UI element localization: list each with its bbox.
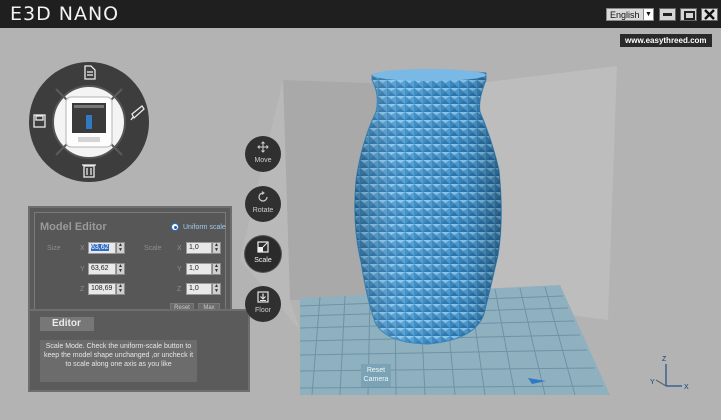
scale-y-input[interactable]: 1,0	[186, 263, 212, 275]
axis-y-label: Y	[650, 379, 655, 386]
size-x-input[interactable]: 63,62	[88, 242, 116, 254]
scale-label-tool: Scale	[254, 257, 272, 264]
scale-x-stepper[interactable]: ▲ ▼	[212, 242, 221, 254]
scale-label: Scale	[144, 245, 162, 252]
floor-icon	[257, 291, 269, 303]
title-bar: E3D NANO English ▼	[0, 0, 721, 28]
editor-help-text: Scale Mode. Check the uniform-scale butt…	[40, 340, 197, 382]
move-icon	[257, 141, 269, 153]
reset-camera-button[interactable]: Reset Camera	[361, 364, 391, 387]
rotate-tool-button[interactable]: Rotate	[245, 186, 281, 222]
scale-x-input[interactable]: 1,0	[186, 242, 212, 254]
language-value: English	[610, 10, 640, 20]
size-y-input[interactable]: 63,62	[88, 263, 116, 275]
maximize-button[interactable]	[680, 8, 697, 21]
scale-icon	[257, 241, 269, 253]
scale-tool-button[interactable]: Scale	[245, 236, 281, 272]
rotate-label: Rotate	[252, 207, 274, 214]
size-x-stepper[interactable]: ▲ ▼	[116, 242, 125, 254]
rotate-icon	[258, 191, 268, 202]
scale-z-input[interactable]: 1,0	[186, 283, 212, 295]
size-y-axis-label: Y	[80, 266, 85, 273]
editor-title: Editor	[40, 317, 94, 331]
size-x-axis-label: X	[80, 245, 85, 252]
axis-x-label: X	[684, 384, 689, 391]
reset-camera-label-line2: Camera	[363, 376, 389, 383]
maximize-icon	[684, 11, 695, 20]
chevron-down-icon: ▼	[643, 9, 653, 20]
scale-z-stepper[interactable]: ▲ ▼	[212, 283, 221, 295]
size-z-stepper[interactable]: ▲ ▼	[116, 283, 125, 295]
minimize-icon	[663, 13, 672, 16]
scale-z-axis-label: Z	[177, 286, 182, 293]
size-z-axis-label: Z	[80, 286, 85, 293]
scale-y-axis-label: Y	[177, 266, 182, 273]
printer-icon[interactable]	[65, 96, 113, 148]
floor-label: Floor	[255, 307, 271, 314]
close-button[interactable]	[701, 8, 718, 21]
axis-gizmo	[655, 364, 682, 387]
close-icon	[704, 9, 715, 20]
axis-z-label: Z	[662, 356, 667, 363]
uniform-scale-label: Uniform scale	[183, 224, 226, 231]
minimize-button[interactable]	[659, 8, 676, 21]
size-y-stepper[interactable]: ▲ ▼	[116, 263, 125, 275]
uniform-scale-radio[interactable]	[171, 223, 179, 231]
scale-x-axis-label: X	[177, 245, 182, 252]
floor-tool-button[interactable]: Floor	[245, 286, 281, 322]
move-label: Move	[254, 157, 272, 164]
reset-camera-label-line1: Reset	[366, 367, 386, 374]
language-select[interactable]: English ▼	[606, 8, 654, 21]
vase-rim	[372, 69, 486, 81]
size-label: Size	[47, 245, 61, 252]
move-tool-button[interactable]: Move	[245, 136, 281, 172]
app-title: E3D NANO	[10, 3, 120, 25]
scale-y-stepper[interactable]: ▲ ▼	[212, 263, 221, 275]
size-z-input[interactable]: 108,69	[88, 283, 116, 295]
model-editor-title: Model Editor	[40, 221, 107, 233]
radial-menu	[29, 62, 149, 182]
website-badge: www.easythreed.com	[620, 34, 712, 47]
